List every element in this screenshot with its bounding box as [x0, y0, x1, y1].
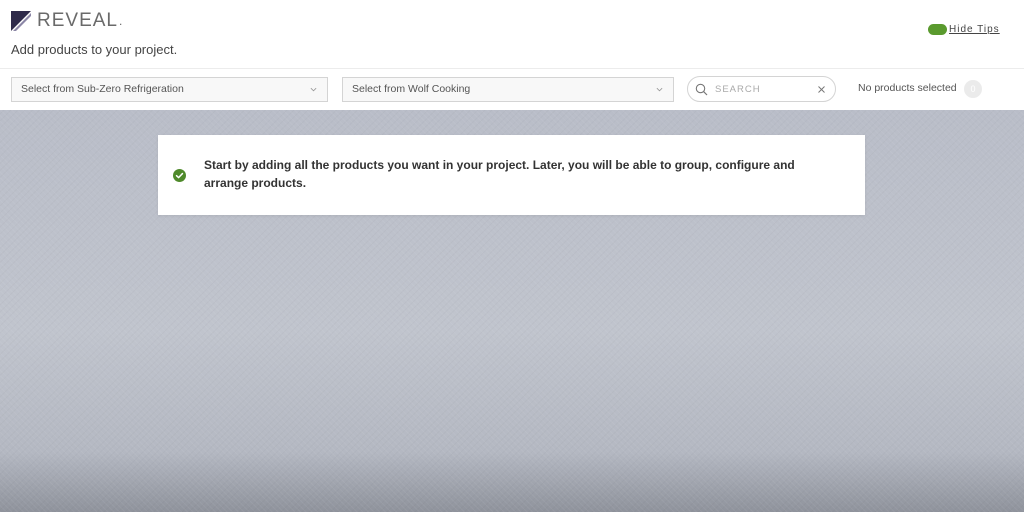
hide-tips-link[interactable]: Hide Tips: [949, 24, 1000, 35]
wolf-select-label: Select from Wolf Cooking: [352, 83, 471, 95]
toggle-pill-icon: [928, 24, 947, 35]
logo-mark-icon: [11, 11, 31, 31]
close-icon[interactable]: [817, 85, 826, 94]
hide-tips-toggle[interactable]: Hide Tips: [928, 24, 1000, 35]
search-box: [687, 76, 836, 102]
wolf-select[interactable]: Select from Wolf Cooking: [342, 77, 674, 102]
search-icon: [695, 83, 708, 96]
tip-card: Start by adding all the products you wan…: [158, 135, 865, 215]
reveal-logo[interactable]: REVEAL .: [11, 10, 122, 32]
chevron-down-icon: [656, 87, 663, 92]
selected-status: No products selected: [858, 82, 957, 94]
app-header: REVEAL . Add products to your project. H…: [0, 0, 1024, 68]
page-title: Add products to your project.: [11, 42, 178, 57]
chevron-down-icon: [310, 87, 317, 92]
check-circle-icon: [173, 169, 186, 182]
logo-text: REVEAL: [37, 10, 118, 31]
subzero-select-label: Select from Sub-Zero Refrigeration: [21, 83, 184, 95]
logo-suffix: .: [118, 14, 123, 28]
subzero-select[interactable]: Select from Sub-Zero Refrigeration: [11, 77, 328, 102]
selected-count-badge[interactable]: 0: [964, 80, 982, 98]
tip-text: Start by adding all the products you wan…: [204, 158, 795, 190]
search-input[interactable]: [715, 82, 805, 97]
